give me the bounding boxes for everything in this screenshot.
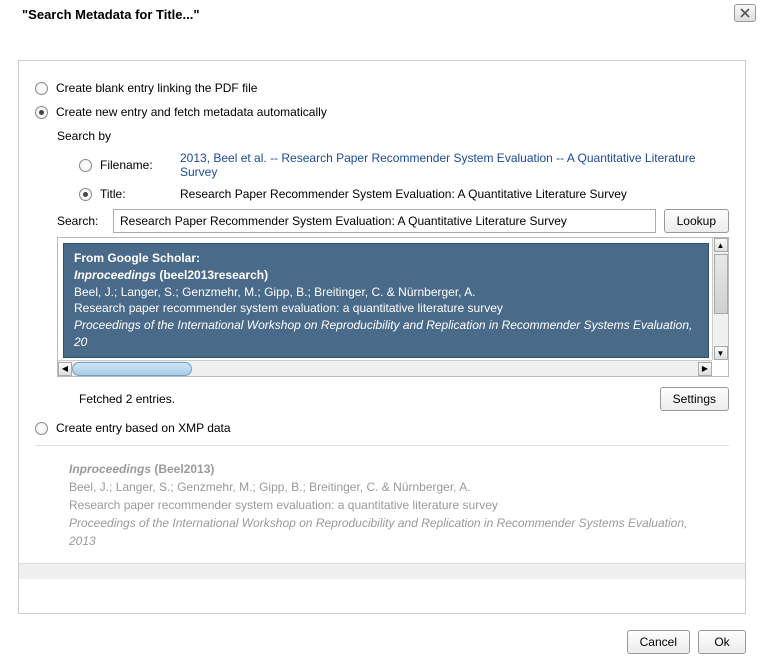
- xmp-authors: Beel, J.; Langer, S.; Genzmehr, M.; Gipp…: [69, 478, 695, 496]
- panel-hscrollbar[interactable]: [19, 563, 745, 579]
- dialog-title: "Search Metadata for Title...": [8, 7, 200, 22]
- dialog-window: "Search Metadata for Title..." Create bl…: [0, 0, 764, 672]
- vscroll-thumb[interactable]: [714, 254, 728, 314]
- option-blank-label: Create blank entry linking the PDF file: [56, 81, 257, 95]
- search-label: Search:: [57, 214, 105, 228]
- close-button[interactable]: [734, 4, 756, 22]
- option-fetch-row[interactable]: Create new entry and fetch metadata auto…: [35, 105, 729, 119]
- search-row: Search: Lookup: [57, 209, 729, 233]
- results-scroll-area[interactable]: From Google Scholar: Inproceedings (beel…: [60, 240, 712, 360]
- xmp-title: Research paper recommender system evalua…: [69, 496, 695, 514]
- option-xmp-label: Create entry based on XMP data: [56, 421, 231, 435]
- radio-xmp[interactable]: [35, 422, 48, 435]
- title-value: Research Paper Recommender System Evalua…: [180, 187, 627, 201]
- ok-button[interactable]: Ok: [698, 630, 746, 654]
- close-icon: [740, 8, 750, 18]
- results-vscrollbar[interactable]: ▲ ▼: [712, 238, 728, 360]
- radio-title[interactable]: [79, 188, 92, 201]
- option-xmp-row[interactable]: Create entry based on XMP data: [35, 421, 729, 435]
- lookup-button[interactable]: Lookup: [664, 209, 729, 233]
- radio-filename[interactable]: [79, 159, 92, 172]
- option-fetch-label: Create new entry and fetch metadata auto…: [56, 105, 327, 119]
- searchby-options: Filename: 2013, Beel et al. -- Research …: [57, 151, 729, 201]
- radio-fetch[interactable]: [35, 106, 48, 119]
- xmp-venue: Proceedings of the International Worksho…: [69, 514, 695, 550]
- results-list: From Google Scholar: Inproceedings (beel…: [57, 237, 729, 377]
- searchby-label: Search by: [57, 129, 729, 143]
- searchby-title-row[interactable]: Title: Research Paper Recommender System…: [79, 187, 729, 201]
- xmp-key: (Beel2013): [151, 462, 214, 476]
- status-text: Fetched 2 entries.: [57, 392, 175, 406]
- hscroll-thumb[interactable]: [72, 362, 192, 376]
- results-hscrollbar[interactable]: ◀ ▶: [58, 360, 712, 376]
- scroll-up-icon[interactable]: ▲: [714, 238, 728, 252]
- result1-venue: Proceedings of the International Worksho…: [74, 317, 698, 351]
- fetch-subpanel: Search by Filename: 2013, Beel et al. --…: [35, 129, 729, 411]
- searchby-filename-row[interactable]: Filename: 2013, Beel et al. -- Research …: [79, 151, 729, 179]
- radio-blank[interactable]: [35, 82, 48, 95]
- xmp-type: Inproceedings: [69, 462, 151, 476]
- title-label: Title:: [100, 187, 172, 201]
- result1-title: Research paper recommender system evalua…: [74, 300, 698, 317]
- scroll-left-icon[interactable]: ◀: [58, 362, 72, 376]
- option-blank-row[interactable]: Create blank entry linking the PDF file: [35, 81, 729, 95]
- settings-button[interactable]: Settings: [660, 387, 729, 411]
- result-item-1[interactable]: From Google Scholar: Inproceedings (beel…: [63, 243, 709, 358]
- footer-buttons: Cancel Ok: [627, 630, 746, 654]
- title-bar: "Search Metadata for Title...": [0, 0, 764, 28]
- search-input[interactable]: [113, 209, 656, 233]
- result1-type: Inproceedings: [74, 268, 156, 282]
- result1-source: From Google Scholar:: [74, 250, 698, 267]
- filename-label: Filename:: [100, 158, 172, 172]
- content-panel: Create blank entry linking the PDF file …: [18, 60, 746, 614]
- cancel-button[interactable]: Cancel: [627, 630, 690, 654]
- xmp-preview: Inproceedings (Beel2013) Beel, J.; Lange…: [35, 445, 729, 563]
- scroll-right-icon[interactable]: ▶: [698, 362, 712, 376]
- result1-authors: Beel, J.; Langer, S.; Genzmehr, M.; Gipp…: [74, 284, 698, 301]
- scroll-down-icon[interactable]: ▼: [714, 346, 728, 360]
- status-row: Fetched 2 entries. Settings: [57, 387, 729, 411]
- filename-value: 2013, Beel et al. -- Research Paper Reco…: [180, 151, 729, 179]
- result1-key: (beel2013research): [156, 268, 268, 282]
